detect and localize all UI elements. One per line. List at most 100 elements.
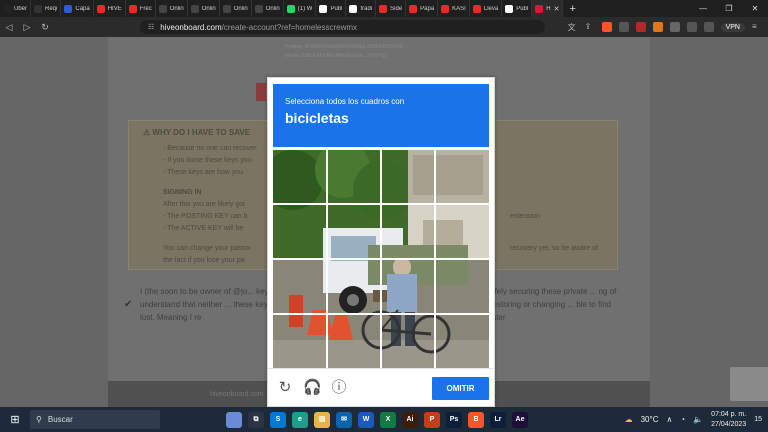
reload-icon[interactable]: ↻ [36,22,54,33]
brave-shield-icon[interactable] [601,22,612,32]
browser-tab[interactable]: Onlin [156,0,188,17]
captcha-tile[interactable] [381,205,435,260]
taskbar-app-icon[interactable]: Ai [402,411,418,428]
audio-challenge-icon[interactable]: 🎧 [303,379,322,397]
taskbar-app-icon[interactable]: P [424,411,440,428]
browser-tab[interactable]: HIVE [94,0,126,17]
taskbar-app-icon[interactable]: S [270,411,286,428]
weather-icon[interactable]: ☁ [625,415,633,424]
taskbar-app-icon[interactable]: Ps [446,411,462,428]
taskbar-app-icon[interactable]: B [468,411,484,428]
captcha-tile[interactable] [327,205,381,260]
maximize-icon[interactable]: ❐ [716,4,742,13]
browser-tab[interactable]: Publ [316,0,347,17]
browser-tab[interactable]: Onlin [252,0,284,17]
warning-line: - If you loose these keys you [163,157,252,164]
extension-p-icon[interactable] [635,22,646,32]
captcha-challenge: Selecciona todos los cuadros con bicicle… [267,77,495,407]
captcha-footer: ↻ 🎧 ⓘ OMITIR [268,368,494,408]
browser-tab[interactable]: Papa [406,0,439,17]
taskbar-app-icon[interactable]: ▤ [314,411,330,428]
browser-tab[interactable]: KASI [438,0,470,17]
help-info-icon[interactable]: ⓘ [330,379,348,397]
browser-tab[interactable]: Capa [61,0,94,17]
captcha-tile[interactable] [435,314,489,369]
sidebar-icon[interactable] [686,22,697,32]
captcha-tile[interactable] [435,205,489,260]
browser-tab[interactable]: Lleva [470,0,503,17]
translate-icon[interactable]: 文 [568,22,578,32]
new-tab-button[interactable]: + [563,3,581,15]
browser-tab[interactable]: (1) W [284,0,317,17]
site-info-icon[interactable]: ☷ [148,23,154,31]
tab-label: Onlin [169,5,184,12]
browser-tab[interactable]: Onlin [188,0,220,17]
taskbar-app-icon[interactable]: ✉ [336,411,352,428]
captcha-tile[interactable] [381,259,435,314]
captcha-tile[interactable] [381,314,435,369]
tray-chevron-icon[interactable]: ∧ [666,415,672,424]
metamask-icon[interactable] [652,22,663,32]
captcha-tile[interactable] [327,314,381,369]
vpn-button[interactable]: VPN [720,22,745,32]
close-tab-icon[interactable]: ✕ [554,5,560,13]
clock[interactable]: 07:04 p. m. 27/04/2023 [711,410,746,430]
tab-label: Publ [330,5,343,12]
taskbar-app-icon[interactable]: ⧉ [248,411,264,428]
reload-challenge-icon[interactable]: ↻ [276,379,294,397]
skip-button[interactable]: OMITIR [432,377,489,400]
browser-tab[interactable]: Side [376,0,407,17]
captcha-tile[interactable] [435,150,489,205]
browser-tab[interactable]: H ✕ [532,0,564,17]
captcha-tile[interactable] [273,259,327,314]
browser-tab[interactable]: tradi [346,0,377,17]
minimize-icon[interactable]: — [690,4,716,13]
close-window-icon[interactable]: ✕ [742,4,768,13]
taskbar-app-icon[interactable]: X [380,411,396,428]
captcha-tile[interactable] [327,150,381,205]
taskbar-app-icon[interactable]: e [292,411,308,428]
taskbar-app-icon[interactable] [226,411,242,428]
menu-icon[interactable]: ≡ [752,22,762,32]
memo-key-line: Memo: 5JBzK4AX9MxAHeq6dgGV...X7mPQ2 [285,53,388,59]
browser-tab[interactable]: Onlin [220,0,252,17]
taskbar-app-icon[interactable]: Lr [490,411,506,428]
tab-label: Frec [139,5,152,12]
browser-tab[interactable]: Reqi [31,0,62,17]
warning-title: ⚠ WHY DO I HAVE TO SAVE [143,128,251,137]
temperature[interactable]: 30°C [641,415,659,424]
address-bar[interactable]: ☷ hiveonboard.com/create-account?ref=hom… [140,20,545,34]
tab-label: HIVE [107,5,122,12]
footer-link[interactable]: hiveonboard.com [210,391,264,398]
notification-badge[interactable]: 15 [754,416,762,423]
browser-tab[interactable]: Frec [126,0,156,17]
taskbar-app-icon[interactable]: Ae [512,411,528,428]
copy-keys-button[interactable] [256,83,266,101]
wallet-icon[interactable] [703,22,714,32]
taskbar-search[interactable]: ⚲ Buscar [30,410,160,429]
captcha-tile[interactable] [273,150,327,205]
browser-tab[interactable]: Uber [0,0,32,17]
taskbar-app-icon[interactable]: W [358,411,374,428]
share-icon[interactable]: ⇪ [585,22,595,32]
windows-start-icon[interactable]: ⊞ [4,413,26,426]
volume-icon[interactable]: 🔈 [693,415,703,424]
forward-icon[interactable]: ▷ [18,22,36,33]
captcha-tile[interactable] [327,259,381,314]
captcha-tile[interactable] [435,259,489,314]
tab-favicon-icon [64,4,73,13]
rewards-icon[interactable] [618,22,629,32]
warning-title-text: WHY DO I HAVE TO SAVE [152,128,251,137]
browser-tab[interactable]: Publ [502,0,533,17]
tab-label: Lleva [483,5,499,12]
captcha-tile[interactable] [273,205,327,260]
back-icon[interactable]: ◁ [0,22,18,33]
recaptcha-badge[interactable] [730,367,768,401]
network-icon[interactable]: ◔ [680,415,685,424]
tab-favicon-icon [34,4,43,13]
tab-favicon-icon [379,4,388,13]
extensions-icon[interactable] [669,22,680,32]
agree-checkbox[interactable]: ✔ [124,299,135,310]
captcha-tile[interactable] [381,150,435,205]
captcha-tile[interactable] [273,314,327,369]
